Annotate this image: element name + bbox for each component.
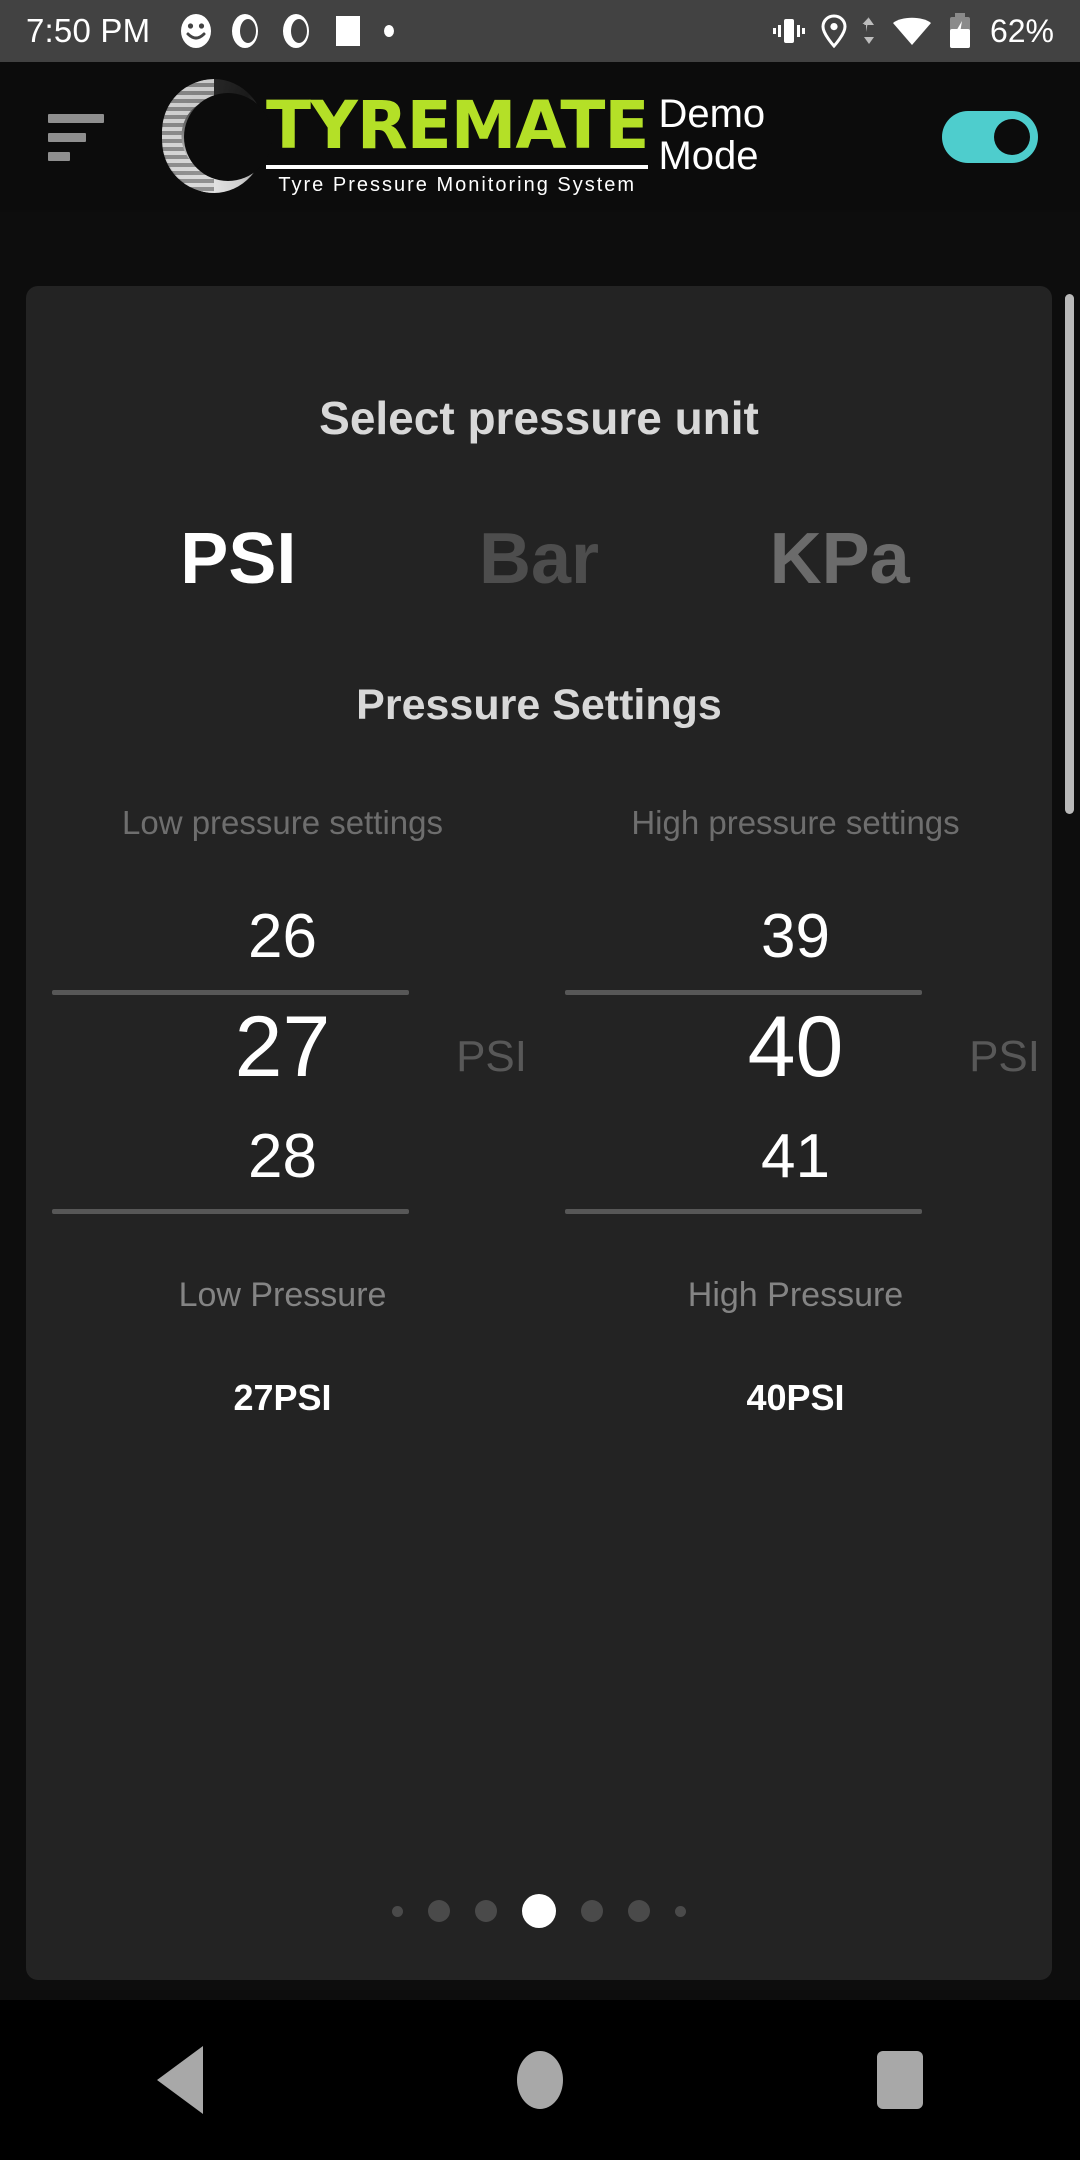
recents-square-icon[interactable]: [877, 2051, 923, 2109]
phone-screen: 7:50 PM 62% TYREMATE Tyre Pressure Monit…: [0, 0, 1080, 2160]
page-dot[interactable]: [392, 1905, 403, 1917]
low-pressure-picker[interactable]: 26 27 28 PSI: [26, 882, 539, 1214]
low-picker-line-top: [52, 990, 409, 995]
data-transfer-icon: [862, 17, 874, 44]
status-bar: 7:50 PM 62%: [0, 0, 1080, 62]
low-picker-unit-label: PSI: [456, 1032, 527, 1081]
pressure-unit-selector: PSI Bar KPa: [26, 523, 1052, 595]
home-circle-icon[interactable]: [517, 2051, 563, 2109]
wifi-icon: [892, 17, 931, 45]
select-pressure-unit-title: Select pressure unit: [319, 392, 759, 444]
page-dot[interactable]: [628, 1900, 650, 1922]
demo-mode-label: Demo Mode: [658, 91, 766, 178]
page-dot[interactable]: [675, 1905, 686, 1917]
high-pressure-column: High pressure settings 39 40 41 PSI High…: [539, 804, 1052, 1419]
hamburger-line: [48, 151, 70, 161]
high-pressure-column-label: High pressure settings: [631, 804, 960, 841]
unit-option-bar[interactable]: Bar: [389, 523, 690, 595]
page-indicator: [26, 1894, 1052, 1928]
logo-wordmark: TYREMATE: [266, 87, 649, 164]
high-pressure-picker[interactable]: 39 40 41 PSI: [539, 882, 1052, 1214]
back-triangle-icon[interactable]: [157, 2046, 203, 2114]
smiley-face-icon: [181, 14, 212, 48]
page-dot-active[interactable]: [522, 1894, 556, 1928]
status-bar-clock: 7:50 PM: [26, 12, 151, 49]
toggle-knob: [994, 119, 1030, 155]
hamburger-menu-icon[interactable]: [48, 113, 110, 161]
vertical-scrollbar[interactable]: [1065, 294, 1074, 814]
status-bar-notification-icons: [179, 12, 397, 50]
tyre-sensor-icon: [232, 14, 259, 48]
dot-icon: [384, 25, 395, 37]
battery-percentage: 62%: [989, 12, 1054, 49]
vibrate-icon: [772, 19, 805, 43]
app-logo: TYREMATE Tyre Pressure Monitoring System: [154, 77, 649, 197]
square-app-icon: [336, 16, 361, 46]
tyre-logo-icon: [154, 77, 274, 195]
hamburger-line: [48, 132, 86, 142]
pressure-settings-columns: Low pressure settings 26 27 28 PSI Low P…: [26, 804, 1052, 1419]
unit-option-psi[interactable]: PSI: [88, 523, 389, 595]
unit-option-kpa[interactable]: KPa: [689, 523, 990, 595]
low-pressure-summary-value: 27PSI: [233, 1377, 332, 1418]
low-picker-line-bottom: [52, 1209, 409, 1214]
page-dot[interactable]: [581, 1900, 603, 1922]
app-header: TYREMATE Tyre Pressure Monitoring System…: [0, 62, 1080, 212]
high-pressure-summary-value: 40PSI: [746, 1377, 845, 1418]
low-pressure-summary-label: Low Pressure: [178, 1276, 387, 1314]
high-picker-line-bottom: [565, 1209, 922, 1214]
hamburger-line: [48, 113, 104, 123]
demo-mode-toggle[interactable]: [942, 111, 1038, 163]
settings-card: Select pressure unit PSI Bar KPa Pressur…: [26, 286, 1052, 1980]
pressure-settings-title: Pressure Settings: [356, 681, 722, 729]
android-navigation-bar: [0, 2000, 1080, 2160]
high-pressure-summary-label: High Pressure: [687, 1276, 904, 1314]
tyre-sensor-icon: [283, 14, 310, 48]
low-pressure-column-label: Low pressure settings: [122, 804, 443, 841]
page-dot[interactable]: [475, 1900, 497, 1922]
logo-divider: [266, 165, 649, 169]
location-icon: [821, 14, 847, 48]
status-bar-system-icons: 62%: [771, 13, 1054, 50]
battery-charging-icon: [949, 13, 970, 48]
page-dot[interactable]: [428, 1900, 450, 1922]
low-pressure-column: Low pressure settings 26 27 28 PSI Low P…: [26, 804, 539, 1419]
high-picker-unit-label: PSI: [969, 1032, 1040, 1081]
logo-tagline: Tyre Pressure Monitoring System: [278, 174, 637, 196]
high-picker-line-top: [565, 990, 922, 995]
